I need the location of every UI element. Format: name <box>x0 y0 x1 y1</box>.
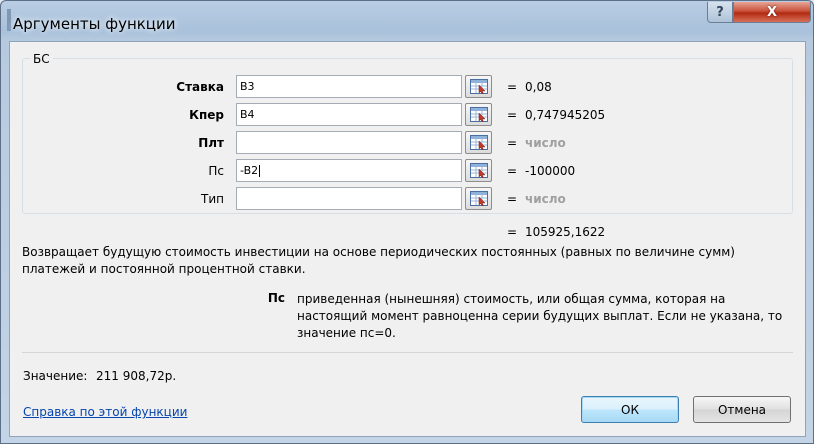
text-caret <box>259 165 261 177</box>
arg-input-value: B3 <box>240 80 255 93</box>
arg-label: Ставка <box>176 80 224 94</box>
param-help-text: приведенная (нынешняя) стоимость, или об… <box>297 292 783 340</box>
close-icon: X <box>766 4 778 20</box>
range-select-icon <box>470 163 488 178</box>
formula-result-equals: = <box>507 225 518 239</box>
window-icon <box>7 9 11 31</box>
range-select-icon <box>470 107 488 122</box>
collapse-dialog-button[interactable] <box>465 75 492 98</box>
help-button[interactable]: ? <box>707 2 733 23</box>
arg-label: Плт <box>198 136 224 150</box>
window-title: Аргументы функции <box>13 15 176 33</box>
range-select-icon <box>470 191 488 206</box>
arg-input[interactable]: B4 <box>236 103 462 126</box>
formula-result-value: 105925,1622 <box>525 225 606 239</box>
arg-input[interactable] <box>236 131 462 154</box>
arg-input[interactable]: -B2 <box>236 159 462 182</box>
arg-result: 0,747945205 <box>525 108 606 122</box>
arg-input[interactable] <box>236 187 462 210</box>
arg-result: число <box>525 136 566 150</box>
arg-result: число <box>525 192 566 206</box>
arg-input-value: -B2 <box>240 164 259 177</box>
collapse-dialog-button[interactable] <box>465 159 492 182</box>
value-label: Значение: <box>23 369 88 383</box>
range-select-icon <box>470 79 488 94</box>
arg-label: Тип <box>201 192 224 206</box>
param-help-name: Пс <box>267 291 285 305</box>
arg-equals: = <box>507 108 518 122</box>
arg-equals: = <box>507 192 518 206</box>
title-bar[interactable]: Аргументы функции ? X <box>1 1 813 41</box>
arg-input-value: B4 <box>240 108 255 121</box>
arg-label: Пс <box>208 164 224 178</box>
function-arguments-dialog: Аргументы функции ? X БС Ставка B3 = 0,08 Кп… <box>0 0 814 444</box>
arg-result: -100000 <box>525 164 576 178</box>
function-help-link[interactable]: Справка по этой функции <box>23 405 187 419</box>
range-select-icon <box>470 135 488 150</box>
ok-button[interactable]: ОК <box>581 396 679 423</box>
dialog-body: БС Ставка B3 = 0,08 Кпер B4 = 0,747945205 Плт = чи… <box>9 41 806 437</box>
divider <box>22 352 793 353</box>
arg-equals: = <box>507 136 518 150</box>
function-description: Возвращает будущую стоимость инвестиции … <box>22 245 735 276</box>
value-result: 211 908,72р. <box>96 369 177 383</box>
help-icon: ? <box>716 4 724 20</box>
collapse-dialog-button[interactable] <box>465 103 492 126</box>
arg-input[interactable]: B3 <box>236 75 462 98</box>
collapse-dialog-button[interactable] <box>465 131 492 154</box>
arg-label: Кпер <box>189 108 224 122</box>
collapse-dialog-button[interactable] <box>465 187 492 210</box>
cancel-button[interactable]: Отмена <box>693 396 791 423</box>
arg-equals: = <box>507 164 518 178</box>
arg-result: 0,08 <box>525 80 552 94</box>
arg-equals: = <box>507 80 518 94</box>
function-name: БС <box>30 52 53 66</box>
close-button[interactable]: X <box>733 2 811 23</box>
